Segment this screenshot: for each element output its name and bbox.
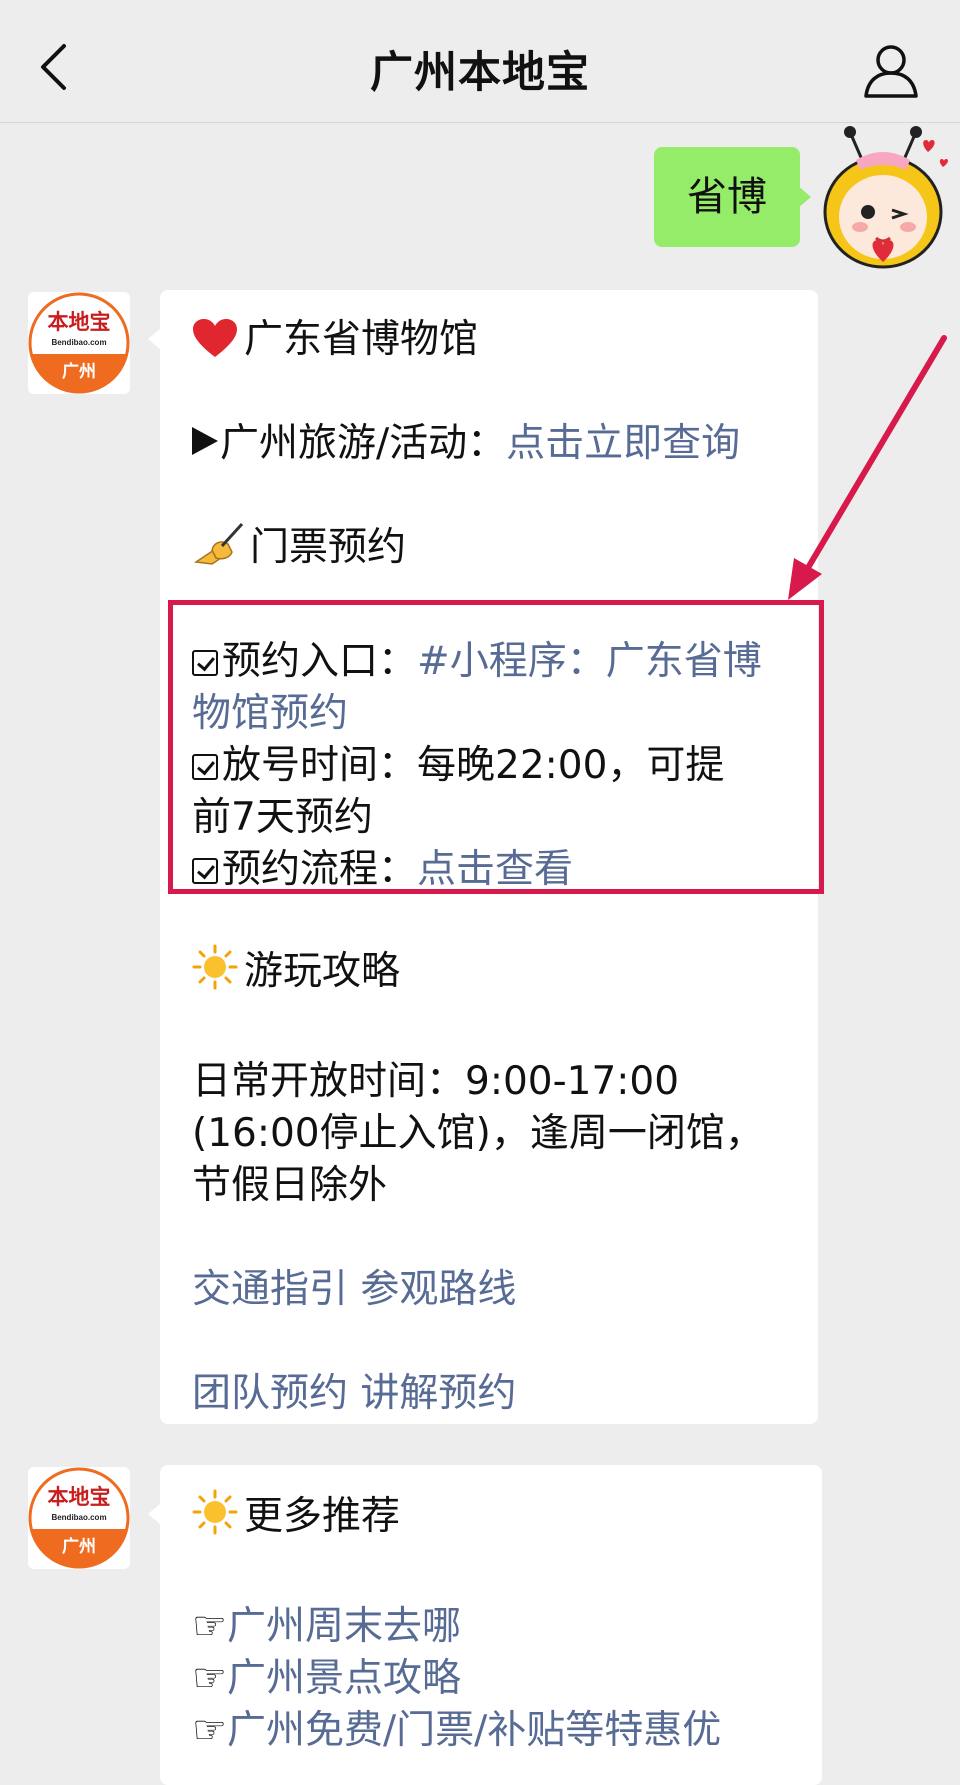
profile-icon bbox=[864, 45, 918, 98]
visit-route-link[interactable]: 参观路线 bbox=[360, 1267, 516, 1312]
pointing-hand-icon: ☞ bbox=[192, 1656, 227, 1701]
opening-hours-note: 节假日除外 bbox=[192, 1163, 388, 1208]
avatar-domain: Bendibao.com bbox=[51, 338, 106, 347]
guide-booking-link[interactable]: 讲解预约 bbox=[360, 1371, 516, 1416]
pointing-hand-icon: ☞ bbox=[192, 1708, 227, 1753]
pointing-hand-icon: ☞ bbox=[192, 1604, 227, 1649]
play-icon bbox=[192, 427, 218, 455]
avatar-domain: Bendibao.com bbox=[51, 1513, 106, 1522]
avatar-brand: 本地宝 bbox=[48, 1485, 111, 1509]
sun-icon bbox=[192, 944, 238, 1004]
incoming-message-bubble: 更多推荐 ☞广州周末去哪 ☞广州景点攻略 ☞广州免费/门票/补贴等特惠优 bbox=[160, 1465, 822, 1785]
guide-heading: 游玩攻略 bbox=[244, 949, 401, 994]
writing-hand-icon bbox=[192, 522, 244, 580]
recommend-link[interactable]: 广州景点攻略 bbox=[227, 1656, 461, 1701]
travel-query-link[interactable]: 点击立即查询 bbox=[506, 421, 740, 466]
recommend-heading: 更多推荐 bbox=[244, 1494, 401, 1539]
museum-title: 广东省博物馆 bbox=[244, 317, 479, 362]
bot-avatar[interactable]: 本地宝 Bendibao.com 广州 bbox=[28, 1467, 130, 1569]
ticket-heading: 门票预约 bbox=[250, 525, 407, 570]
avatar-brand: 本地宝 bbox=[48, 310, 111, 334]
sun-icon bbox=[192, 1489, 238, 1549]
heart-icon bbox=[192, 318, 238, 372]
avatar-city: 广州 bbox=[62, 361, 96, 381]
travel-label: 广州旅游/活动： bbox=[220, 421, 507, 466]
group-booking-link[interactable]: 团队预约 bbox=[192, 1371, 348, 1416]
highlight-box bbox=[168, 600, 824, 894]
annotation-arrow bbox=[788, 335, 947, 600]
recommend-link[interactable]: 广州免费/门票/补贴等特惠优 bbox=[227, 1708, 721, 1753]
bot-avatar[interactable]: 本地宝 Bendibao.com 广州 bbox=[28, 292, 130, 394]
opening-hours: 日常开放时间：9:00-17:00 bbox=[192, 1059, 680, 1104]
profile-button[interactable] bbox=[862, 42, 920, 100]
recommend-link[interactable]: 广州周末去哪 bbox=[227, 1604, 461, 1649]
avatar-city: 广州 bbox=[62, 1536, 96, 1556]
traffic-guide-link[interactable]: 交通指引 bbox=[192, 1267, 348, 1312]
opening-hours-cont: (16:00停止入馆)，逢周一闭馆， bbox=[192, 1111, 764, 1156]
page-title: 广州本地宝 bbox=[370, 48, 590, 98]
user-avatar-bee[interactable] bbox=[808, 122, 958, 272]
nav-bar: 广州本地宝 bbox=[0, 0, 960, 123]
outgoing-message-bubble[interactable]: 省博 bbox=[654, 147, 800, 247]
